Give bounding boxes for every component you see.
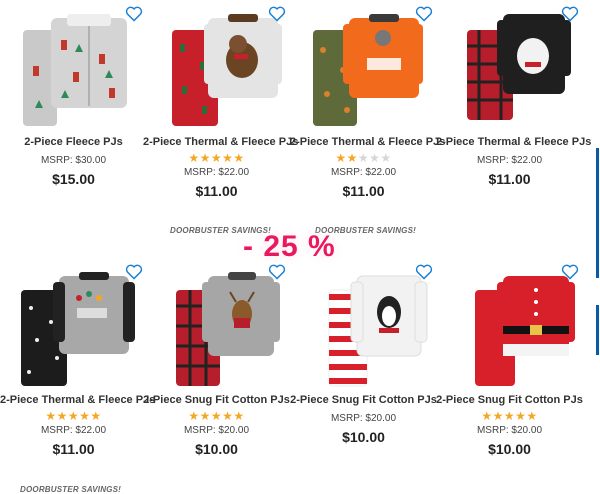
product-card[interactable]: 2-Piece Fleece PJs MSRP: $30.00 $15.00 xyxy=(0,6,147,187)
product-msrp: MSRP: $22.00 xyxy=(330,167,397,178)
favorite-heart-icon[interactable] xyxy=(268,264,286,280)
product-image[interactable] xyxy=(152,264,285,388)
product-name[interactable]: 2-Piece Thermal & Fleece PJs xyxy=(143,136,298,149)
product-image[interactable] xyxy=(299,6,432,130)
favorite-heart-icon[interactable] xyxy=(125,264,143,280)
product-image[interactable] xyxy=(152,6,285,130)
rating-stars: ★★★★★ xyxy=(45,409,102,423)
product-card[interactable]: 2-Piece Thermal & Fleece PJs ★★★★★ MSRP:… xyxy=(290,6,445,199)
product-price: $10.00 xyxy=(488,441,531,457)
favorite-heart-icon[interactable] xyxy=(125,6,143,22)
favorite-heart-icon[interactable] xyxy=(415,264,433,280)
product-msrp: MSRP: $20.00 xyxy=(476,425,543,436)
product-card[interactable]: 2-Piece Thermal & Fleece PJs ★★★★★ MSRP:… xyxy=(143,6,298,199)
product-image[interactable] xyxy=(299,264,432,388)
product-image[interactable] xyxy=(9,264,142,388)
rating-stars: ★★★★★ xyxy=(188,151,245,165)
product-image[interactable] xyxy=(445,6,578,130)
rating-stars: ★★★★★ xyxy=(481,409,538,423)
rating-stars: ★★★★★ xyxy=(188,409,245,423)
product-msrp: MSRP: $20.00 xyxy=(330,413,397,424)
product-price: $15.00 xyxy=(52,171,95,187)
product-price: $11.00 xyxy=(488,171,531,187)
product-name[interactable]: 2-Piece Fleece PJs xyxy=(0,136,147,149)
rating-stars: ★★★★★ xyxy=(335,151,392,165)
product-msrp: MSRP: $20.00 xyxy=(183,425,250,436)
product-image[interactable] xyxy=(445,264,578,388)
product-msrp: MSRP: $22.00 xyxy=(476,155,543,166)
product-name[interactable]: 2-Piece Snug Fit Cotton PJs xyxy=(290,394,437,407)
product-name[interactable]: 2-Piece Snug Fit Cotton PJs xyxy=(436,394,583,407)
scrollbar-thumb[interactable] xyxy=(596,148,599,278)
discount-overlay: - 25 % xyxy=(243,230,336,263)
product-msrp: MSRP: $22.00 xyxy=(183,167,250,178)
product-card[interactable]: 2-Piece Snug Fit Cotton PJs ★★★★★ MSRP: … xyxy=(143,264,290,457)
product-msrp: MSRP: $22.00 xyxy=(40,425,107,436)
product-card[interactable]: 2-Piece Snug Fit Cotton PJs ★★★★★ MSRP: … xyxy=(436,264,583,457)
product-price: $11.00 xyxy=(52,441,95,457)
product-price: $10.00 xyxy=(195,441,238,457)
scrollbar-thumb[interactable] xyxy=(596,305,599,355)
favorite-heart-icon[interactable] xyxy=(561,264,579,280)
product-card[interactable]: 2-Piece Thermal & Fleece PJs MSRP: $22.0… xyxy=(436,6,591,187)
favorite-heart-icon[interactable] xyxy=(268,6,286,22)
product-grid: 2-Piece Fleece PJs MSRP: $30.00 $15.00 2… xyxy=(0,0,591,494)
product-price: $11.00 xyxy=(195,183,238,199)
product-name[interactable]: 2-Piece Thermal & Fleece PJs xyxy=(0,394,155,407)
product-price: $11.00 xyxy=(342,183,385,199)
product-card[interactable]: 2-Piece Snug Fit Cotton PJs MSRP: $20.00… xyxy=(290,264,437,445)
favorite-heart-icon[interactable] xyxy=(415,6,433,22)
favorite-heart-icon[interactable] xyxy=(561,6,579,22)
product-name[interactable]: 2-Piece Thermal & Fleece PJs xyxy=(290,136,445,149)
product-card[interactable]: 2-Piece Thermal & Fleece PJs ★★★★★ MSRP:… xyxy=(0,264,155,457)
product-price: $10.00 xyxy=(342,429,385,445)
product-image[interactable] xyxy=(9,6,142,130)
product-name[interactable]: 2-Piece Snug Fit Cotton PJs xyxy=(143,394,290,407)
product-name[interactable]: 2-Piece Thermal & Fleece PJs xyxy=(436,136,591,149)
product-msrp: MSRP: $30.00 xyxy=(40,155,107,166)
